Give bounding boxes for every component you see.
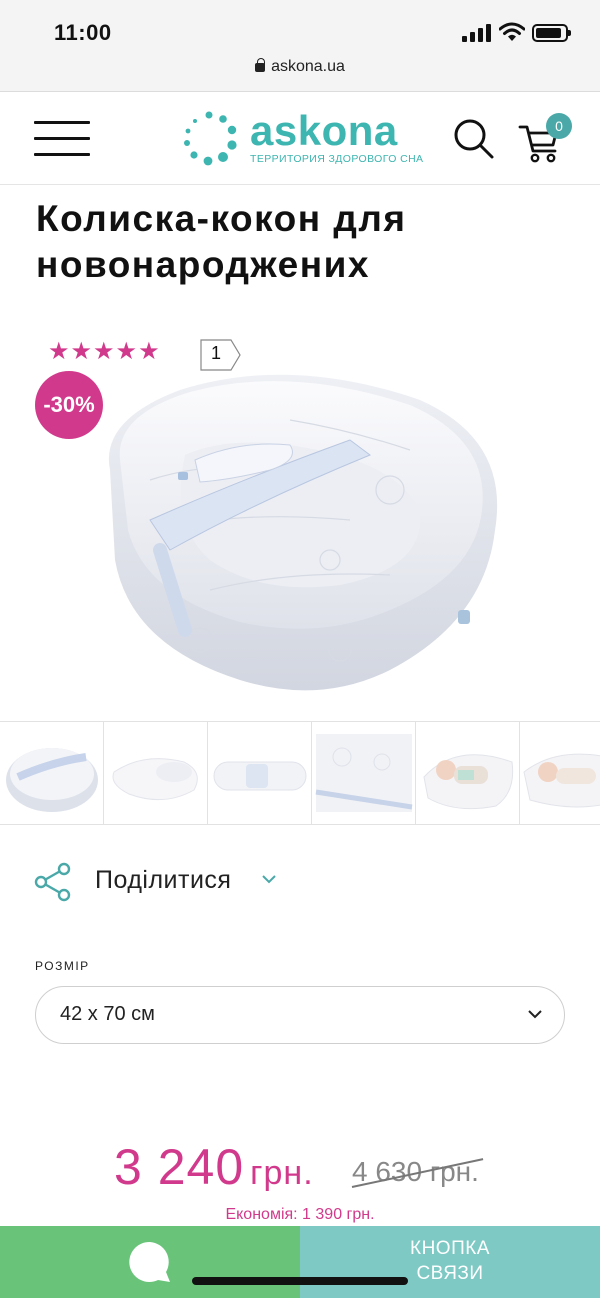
share-icon (34, 862, 71, 902)
thumbnail-2[interactable] (104, 722, 208, 824)
share-toggle[interactable]: Поділитися (34, 858, 334, 906)
chevron-down-icon (262, 875, 276, 884)
status-time: 11:00 (54, 20, 112, 45)
size-label: РОЗМІР (35, 959, 90, 973)
url-text: askona.ua (271, 58, 345, 75)
home-indicator (192, 1277, 408, 1285)
thumbnail-1[interactable] (0, 722, 104, 824)
discount-badge: -30% (35, 371, 103, 439)
savings-text: Економія: 1 390 грн. (225, 1206, 375, 1223)
battery-level-fill (536, 28, 562, 38)
cart-button[interactable]: 0 (518, 113, 574, 163)
contact-label-line-1: КНОПКА (410, 1238, 490, 1259)
logo-dots-icon (184, 111, 237, 166)
breadcrumb-fragment (36, 176, 96, 190)
current-price: 3 240 грн. (114, 1138, 314, 1196)
share-label: Поділитися (95, 866, 232, 894)
logo-text: askona (250, 107, 398, 154)
wifi-icon (499, 22, 525, 41)
size-select[interactable]: 42 x 70 см (35, 986, 565, 1044)
search-icon[interactable] (452, 117, 496, 161)
old-price-value: 4 630 (352, 1156, 423, 1187)
thumbnail-strip (0, 721, 600, 825)
askona-logo[interactable]: askona ТЕРРИТОРИЯ ЗДОРОВОГО СНА (180, 107, 440, 171)
price-currency: грн. (250, 1154, 314, 1192)
chat-bubble-icon (129, 1241, 170, 1282)
address-bar[interactable]: askona.ua (0, 58, 600, 76)
product-main-image[interactable] (90, 360, 510, 700)
thumbnail-3[interactable] (208, 722, 312, 824)
product-title: Колиска-кокон для новонароджених (36, 198, 407, 285)
thumbnail-5[interactable] (416, 722, 520, 824)
chevron-down-icon (528, 1010, 542, 1019)
logo-tagline: ТЕРРИТОРИЯ ЗДОРОВОГО СНА (250, 153, 424, 165)
menu-icon[interactable] (34, 121, 90, 157)
lock-icon (255, 58, 266, 72)
site-header: askona ТЕРРИТОРИЯ ЗДОРОВОГО СНА 0 (0, 93, 600, 185)
battery-icon (532, 24, 571, 42)
browser-status-bar: 11:00 askona.ua (0, 0, 600, 92)
thumbnail-6[interactable] (520, 722, 600, 824)
thumbnail-4[interactable] (312, 722, 416, 824)
size-selected-value: 42 x 70 см (60, 1003, 155, 1025)
cellular-signal-icon (462, 24, 491, 42)
chat-button[interactable] (0, 1226, 300, 1298)
price-value: 3 240 (114, 1139, 245, 1195)
cart-count-badge: 0 (546, 113, 572, 139)
contact-button[interactable]: КНОПКА СВЯЗИ (300, 1226, 600, 1298)
